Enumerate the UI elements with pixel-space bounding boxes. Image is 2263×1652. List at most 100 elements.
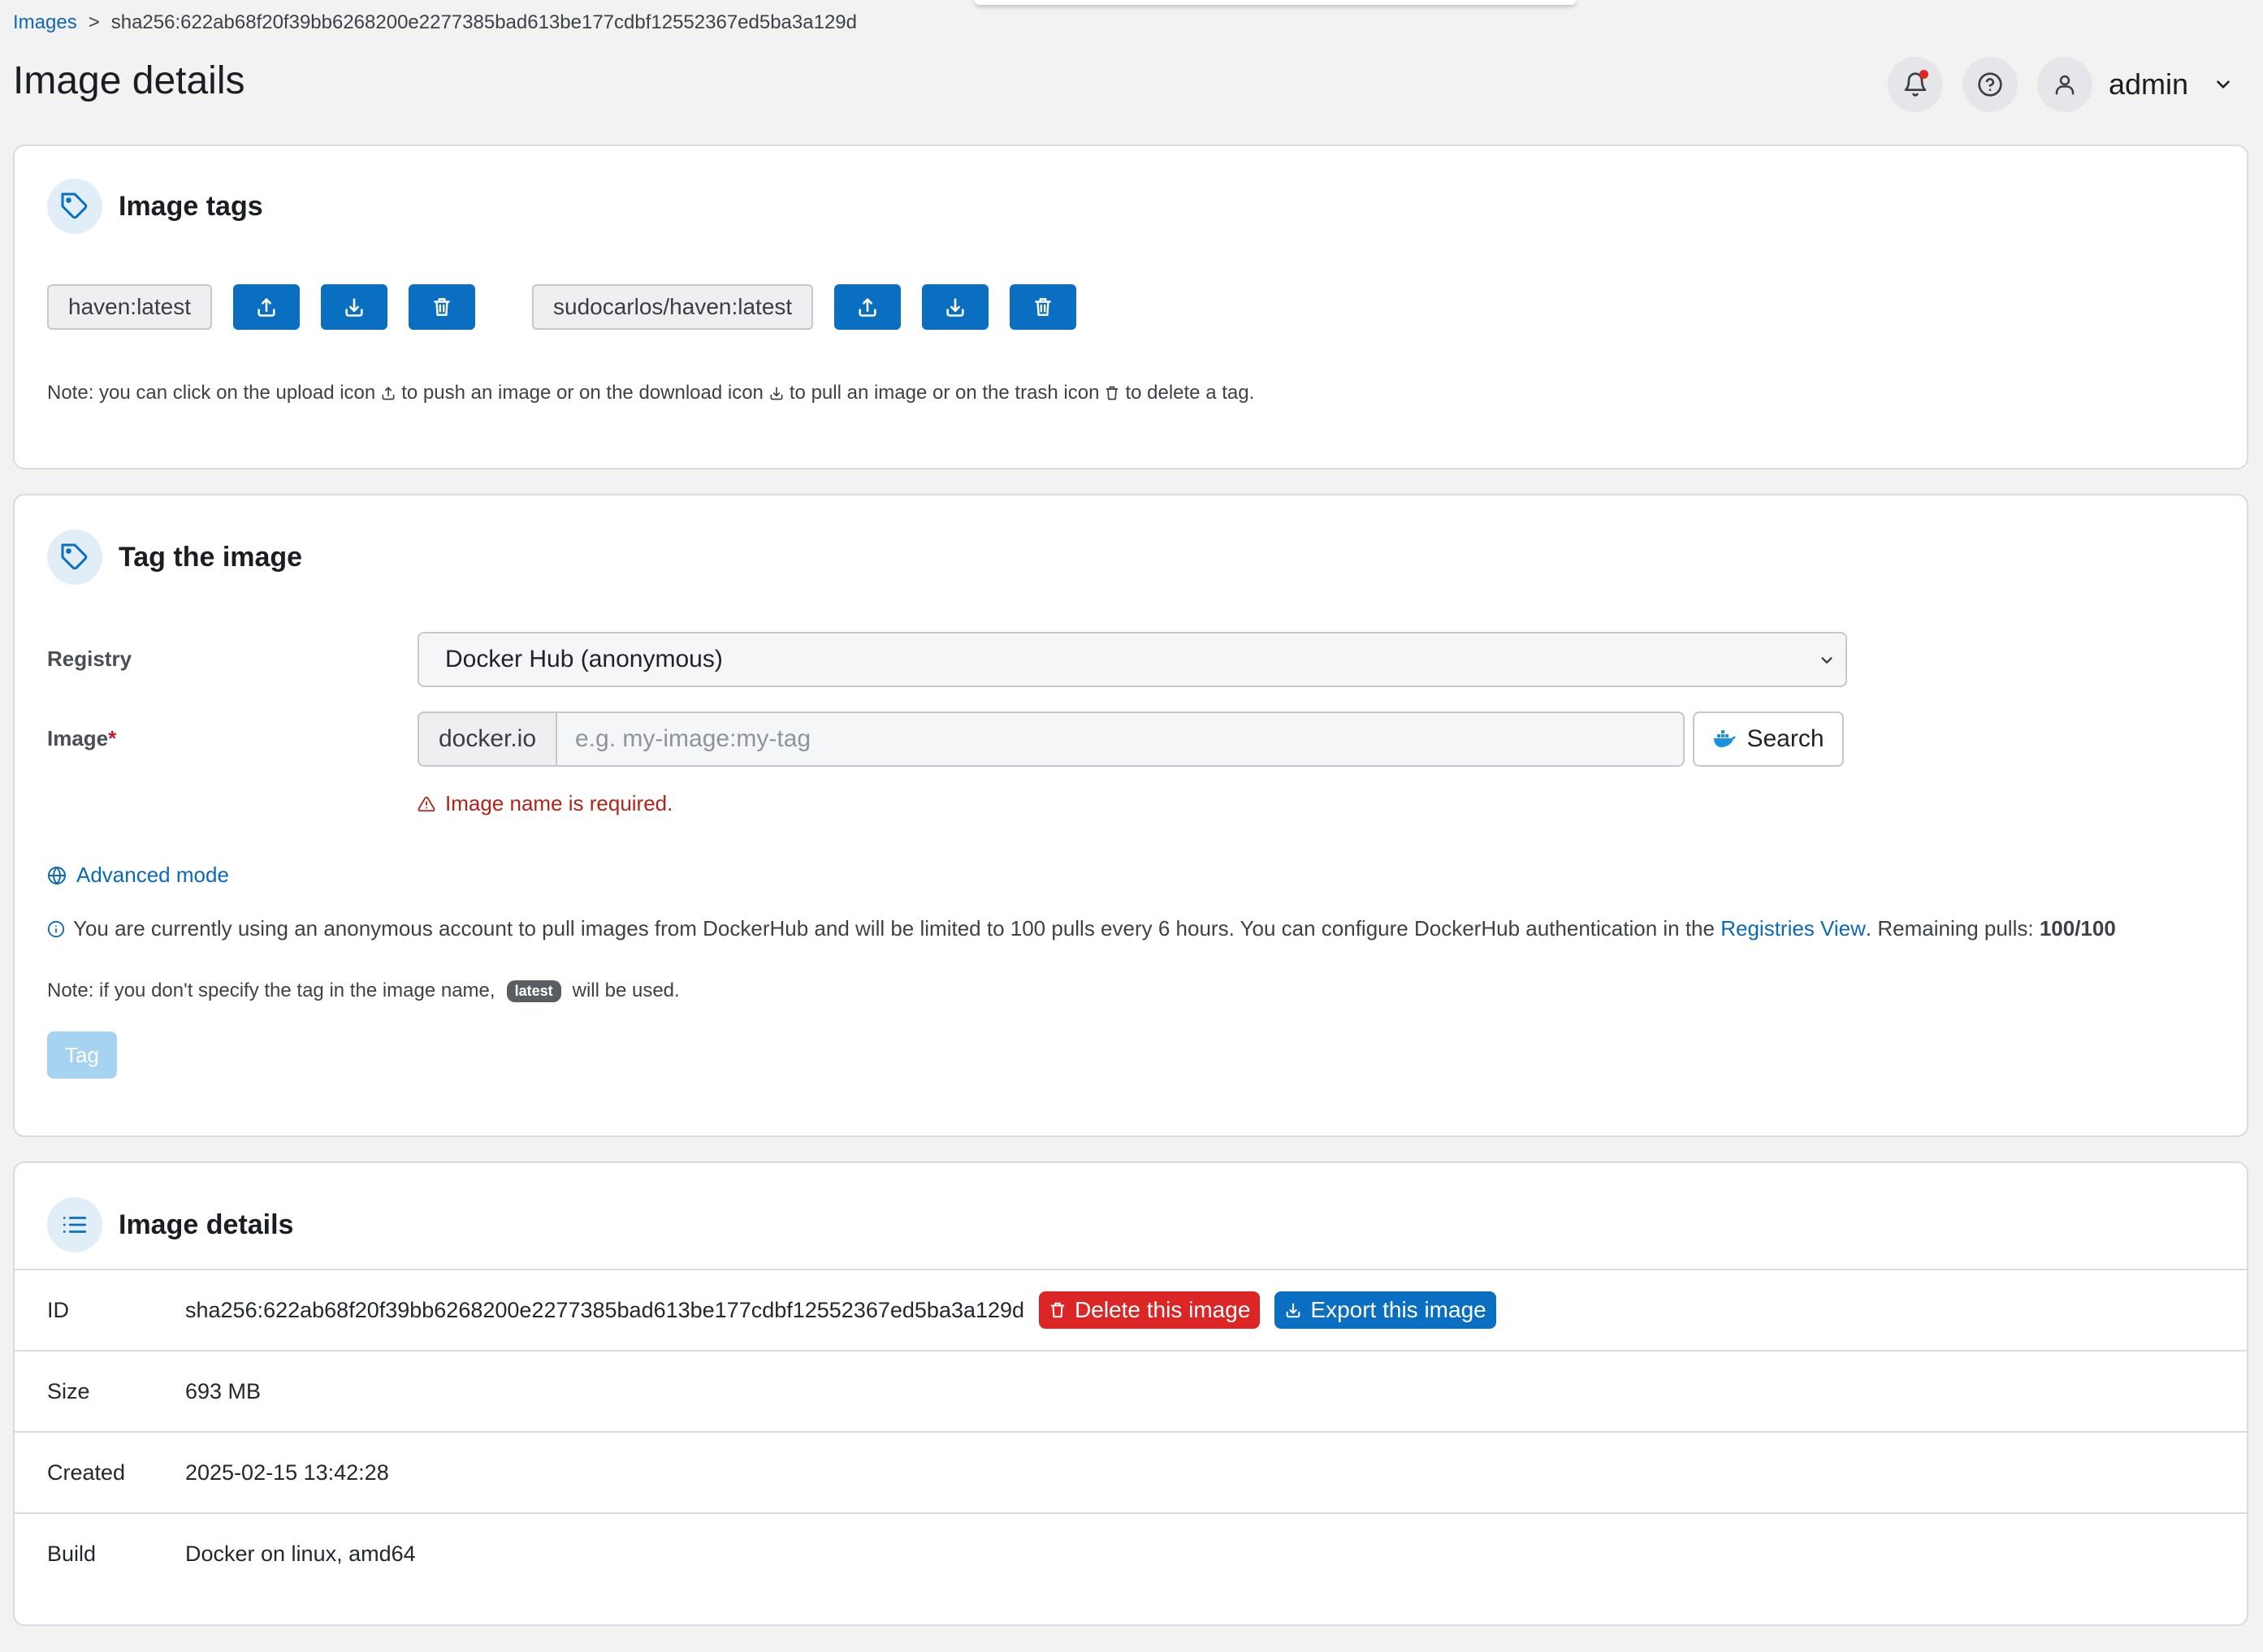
registries-view-link[interactable]: Registries View	[1720, 916, 1866, 941]
tags-note-part2: to push an image or on the download icon	[401, 382, 764, 404]
table-row: Created 2025-02-15 13:42:28	[15, 1432, 2247, 1513]
table-row: Size 693 MB	[15, 1351, 2247, 1432]
info-text-after: . Remaining pulls:	[1865, 916, 2034, 941]
trash-icon	[1106, 386, 1119, 400]
image-id-value: sha256:622ab68f20f39bb6268200e2277385bad…	[185, 1297, 1025, 1322]
page-title: Image details	[13, 59, 245, 102]
image-tags-card: Image tags haven:latest sudocarlos/haven…	[13, 145, 2248, 469]
breadcrumb: Images > sha256:622ab68f20f39bb6268200e2…	[13, 11, 857, 34]
row-label: ID	[47, 1297, 69, 1322]
tag-group: haven:latest	[47, 284, 475, 330]
table-row: ID sha256:622ab68f20f39bb6268200e2277385…	[15, 1269, 2247, 1351]
image-name-input[interactable]	[557, 711, 1685, 767]
tag-image-title: Tag the image	[119, 541, 303, 573]
upload-icon	[382, 387, 395, 400]
tags-note-part1: Note: you can click on the upload icon	[47, 382, 376, 404]
image-tags-title: Image tags	[119, 190, 263, 222]
tag-note-after: will be used.	[572, 980, 680, 1001]
registry-select-value: Docker Hub (anonymous)	[445, 646, 723, 672]
breadcrumb-images-link[interactable]: Images	[13, 11, 77, 34]
help-button[interactable]	[1962, 57, 2018, 112]
row-value: Docker on linux, amd64	[185, 1542, 416, 1566]
download-icon	[1287, 1303, 1300, 1318]
tags-note-part3: to pull an image or on the trash icon	[789, 382, 1100, 404]
anonymous-pull-info: You are currently using an anonymous acc…	[47, 916, 2116, 941]
user-avatar[interactable]	[2036, 57, 2092, 112]
search-button[interactable]: Search	[1693, 711, 1844, 767]
upload-icon	[257, 298, 275, 317]
registry-label: Registry	[47, 647, 132, 671]
export-image-label: Export this image	[1310, 1297, 1486, 1322]
tags-note-part4: to delete a tag.	[1125, 382, 1255, 404]
globe-icon	[48, 866, 66, 884]
warning-icon	[418, 796, 435, 811]
delete-tag-button[interactable]	[409, 284, 475, 330]
trash-icon	[1050, 1302, 1065, 1318]
image-details-card: Image details ID sha256:622ab68f20f39bb6…	[13, 1161, 2248, 1626]
tags-note: Note: you can click on the upload icon t…	[47, 382, 1254, 404]
details-table: ID sha256:622ab68f20f39bb6268200e2277385…	[15, 1269, 2247, 1594]
chevron-down-icon[interactable]	[2213, 74, 2234, 95]
delete-image-button[interactable]: Delete this image	[1039, 1291, 1261, 1329]
tag-icon	[47, 179, 102, 234]
tag-group: sudocarlos/haven:latest	[532, 284, 1077, 330]
registry-prefix: docker.io	[418, 711, 557, 767]
export-image-button[interactable]: Export this image	[1274, 1291, 1496, 1329]
user-icon	[2055, 75, 2075, 95]
image-tags-header: Image tags	[47, 179, 263, 234]
breadcrumb-current: sha256:622ab68f20f39bb6268200e2277385bad…	[110, 11, 857, 33]
user-name[interactable]: admin	[2109, 67, 2188, 102]
notification-dot	[1919, 70, 1928, 79]
download-icon	[770, 387, 783, 400]
remaining-pulls: 100/100	[2039, 916, 2116, 941]
advanced-mode-link[interactable]: Advanced mode	[47, 863, 229, 888]
delete-image-label: Delete this image	[1075, 1297, 1251, 1322]
top-popover	[975, 0, 1576, 5]
pull-tag-button[interactable]	[321, 284, 387, 330]
upload-icon	[859, 298, 876, 317]
breadcrumb-separator: >	[88, 11, 100, 33]
row-label: Size	[47, 1378, 90, 1403]
image-label-text: Image	[47, 726, 109, 750]
chevron-down-icon	[1821, 657, 1832, 664]
row-label: Build	[47, 1542, 97, 1566]
info-text: You are currently using an anonymous acc…	[73, 916, 1715, 941]
docker-icon	[1714, 730, 1737, 747]
image-details-title: Image details	[119, 1209, 294, 1240]
tags-row: haven:latest sudocarlos/haven:latest	[47, 284, 1077, 330]
required-mark: *	[108, 726, 117, 750]
download-icon	[946, 298, 964, 317]
row-label: Created	[47, 1460, 126, 1485]
trash-icon	[1035, 298, 1052, 316]
download-icon	[345, 298, 363, 317]
trash-icon	[434, 298, 450, 316]
row-value: sha256:622ab68f20f39bb6268200e2277385bad…	[185, 1269, 2247, 1351]
row-value: 693 MB	[185, 1378, 262, 1403]
image-label: Image*	[47, 726, 116, 751]
advanced-mode-label: Advanced mode	[76, 863, 229, 887]
image-details-header: Image details	[47, 1197, 293, 1252]
registry-select[interactable]: Docker Hub (anonymous)	[418, 632, 1847, 687]
push-tag-button[interactable]	[233, 284, 300, 330]
tag-chip: haven:latest	[47, 284, 212, 330]
help-icon	[1978, 72, 2002, 97]
row-value: 2025-02-15 13:42:28	[185, 1460, 389, 1485]
push-tag-button[interactable]	[834, 284, 902, 330]
notifications-button[interactable]	[1887, 57, 1943, 112]
info-icon	[47, 920, 65, 937]
tag-note-before: Note: if you don't specify the tag in th…	[47, 980, 495, 1001]
tag-image-header: Tag the image	[47, 530, 302, 585]
image-error-text: Image name is required.	[445, 791, 673, 815]
tag-image-card: Tag the image Registry Docker Hub (anony…	[13, 494, 2248, 1137]
latest-badge: latest	[506, 980, 561, 1002]
tag-default-note: Note: if you don't specify the tag in th…	[47, 980, 680, 1002]
pull-tag-button[interactable]	[922, 284, 989, 330]
tag-icon	[47, 530, 102, 585]
tag-button[interactable]: Tag	[47, 1031, 117, 1079]
table-row: Build Docker on linux, amd64	[15, 1513, 2247, 1594]
image-error: Image name is required.	[418, 791, 673, 816]
delete-tag-button[interactable]	[1010, 284, 1077, 330]
image-input-group: docker.io Search	[418, 711, 1844, 767]
list-icon	[47, 1197, 102, 1252]
header-actions: admin	[1887, 57, 2234, 112]
